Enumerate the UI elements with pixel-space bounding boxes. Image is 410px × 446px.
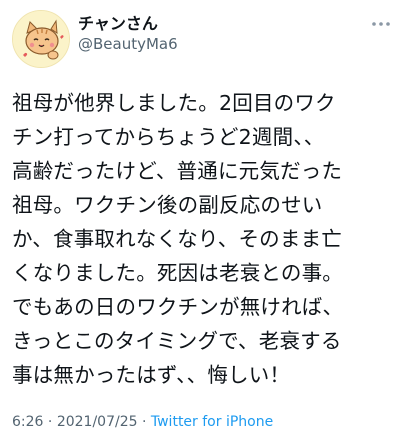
tweet-source-link[interactable]: Twitter for iPhone xyxy=(151,414,273,430)
tweet-header: チャンさん @BeautyMa6 xyxy=(12,8,398,68)
display-name[interactable]: チャンさん xyxy=(78,14,178,34)
meta-separator: · xyxy=(141,414,147,430)
more-options-button[interactable] xyxy=(366,14,396,34)
cat-avatar-icon xyxy=(13,11,69,67)
meta-separator: · xyxy=(47,414,53,430)
tweet-text: 祖母が他界しました。2回目のワク チン打ってからちょうど2週間、、 高齢だったけ… xyxy=(12,91,344,387)
user-handle[interactable]: @BeautyMa6 xyxy=(78,34,178,54)
user-info: チャンさん @BeautyMa6 xyxy=(78,14,178,54)
user-avatar[interactable] xyxy=(12,10,70,68)
tweet-time[interactable]: 6:26 xyxy=(12,414,43,430)
tweet-meta: 6:26 · 2021/07/25 · Twitter for iPhone xyxy=(12,413,273,431)
tweet-card: チャンさん @BeautyMa6 祖母が他界しました。2回目のワク チン打ってか… xyxy=(0,0,410,446)
tweet-date[interactable]: 2021/07/25 xyxy=(57,414,138,430)
more-dots-icon xyxy=(372,22,390,26)
